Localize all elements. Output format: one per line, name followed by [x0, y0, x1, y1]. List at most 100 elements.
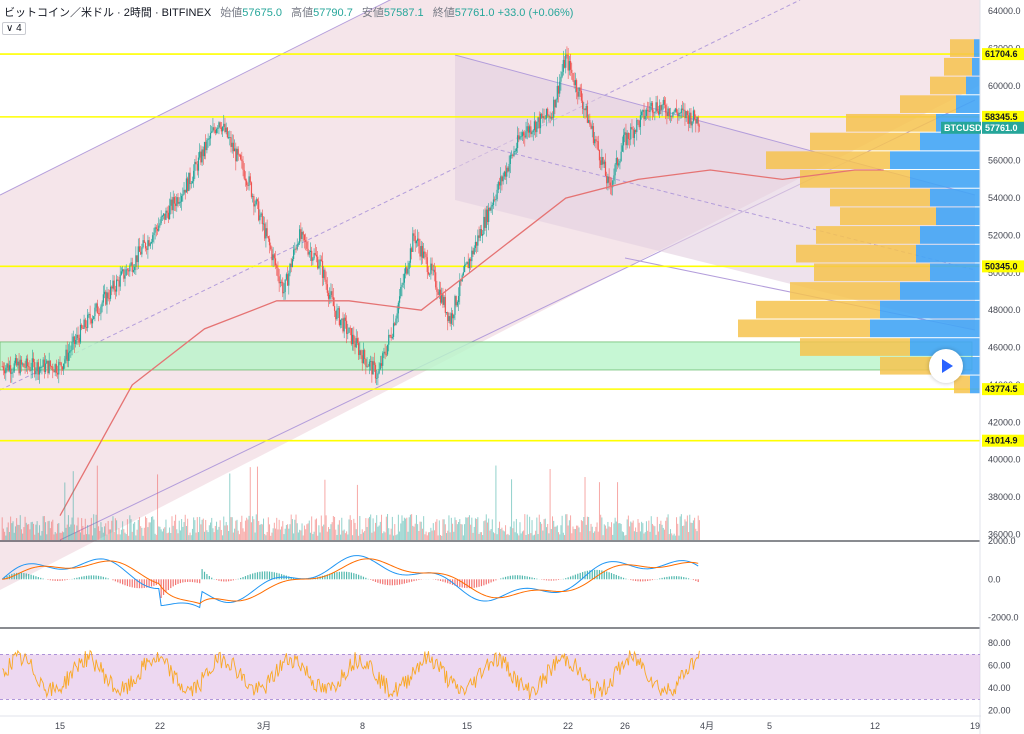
candle-body [274, 258, 277, 266]
volume-bar [414, 523, 416, 540]
volume-bar [354, 522, 356, 540]
volume-bar [148, 522, 150, 540]
candle-body [42, 359, 44, 367]
volume-bar [399, 531, 401, 540]
macd-bar [618, 575, 620, 580]
volume-bar [122, 521, 124, 540]
candle-body [321, 260, 324, 278]
volume-bar [219, 520, 221, 540]
volume-bar [437, 535, 439, 540]
play-button[interactable] [929, 349, 963, 383]
candle-body [5, 367, 7, 374]
macd-bar [331, 573, 333, 580]
volume-bar [633, 531, 635, 540]
volume-bar [190, 535, 192, 540]
volume-bar [325, 515, 327, 540]
volume-bar [224, 525, 226, 540]
volume-bar [427, 532, 429, 540]
volume-bar [249, 467, 251, 540]
volume-bar [287, 524, 289, 540]
volume-bar [57, 523, 59, 540]
volume-bar [76, 525, 78, 540]
volume-bar [7, 522, 9, 540]
candle-body [477, 235, 479, 246]
candle-body [660, 105, 662, 110]
volume-bar [63, 532, 65, 540]
candle-body [73, 336, 76, 344]
volume-bar [269, 524, 271, 540]
candle-body [551, 117, 554, 118]
volume-bar [199, 516, 201, 540]
candle-body [696, 116, 698, 124]
volume-bar [541, 523, 543, 540]
candle-body [60, 362, 62, 367]
volume-bar [211, 517, 213, 540]
macd-bar [35, 576, 37, 580]
volume-bar [591, 526, 593, 540]
volume-bar [261, 524, 263, 540]
volume-bar [512, 528, 514, 540]
volume-bar [153, 519, 155, 540]
volume-bar [41, 531, 43, 540]
candle-body [324, 269, 326, 280]
candle-body [108, 298, 110, 300]
volume-bar [421, 528, 423, 540]
volume-bar [655, 534, 657, 540]
volume-bar [560, 525, 562, 540]
candle-body [588, 120, 590, 123]
candle-body [160, 216, 162, 224]
volume-bar [359, 516, 361, 540]
candle-body [338, 308, 340, 326]
candle-body [545, 108, 548, 119]
candle-body [330, 291, 332, 295]
candle-body [150, 241, 153, 244]
volume-bar [317, 535, 319, 540]
volume-bar [342, 530, 344, 540]
volume-bar [500, 529, 502, 540]
candle-body [38, 367, 41, 375]
volume-bar [305, 529, 307, 540]
volume-bar [598, 482, 600, 540]
volume-bar [228, 531, 230, 540]
volume-bar [441, 535, 443, 540]
volume-bar [323, 524, 325, 540]
macd-bar [126, 579, 129, 587]
macd-bar [247, 575, 249, 580]
candle-body [115, 279, 118, 292]
volume-bar [222, 535, 224, 540]
trading-chart[interactable]: 36000.038000.040000.042000.044000.046000… [0, 0, 1024, 734]
volume-bar [204, 531, 205, 540]
candle-body [200, 151, 202, 163]
high-value: 57790.7 [313, 7, 353, 19]
candle-body [448, 316, 450, 322]
macd-bar [543, 579, 545, 581]
candle-body [235, 148, 237, 162]
volume-bar [34, 534, 36, 540]
candle-body [244, 178, 247, 181]
volume-bar [682, 525, 684, 540]
macd-bar [435, 579, 437, 580]
macd-bar [473, 579, 475, 588]
volume-bar [295, 514, 297, 540]
volume-bar [468, 515, 470, 540]
volume-bar [35, 524, 37, 540]
volume-bar [151, 516, 153, 540]
volume-profile-bar-down [830, 188, 930, 207]
candle-body [484, 216, 486, 228]
candle-body [490, 206, 492, 211]
volume-bar [429, 532, 431, 540]
macd-bar [415, 579, 418, 581]
candle-body [16, 358, 18, 366]
candle-body [196, 164, 198, 171]
volume-bar [267, 517, 269, 540]
volume-bar [679, 516, 681, 540]
volume-bar [626, 519, 628, 540]
candle-body [437, 291, 439, 295]
volume-bar [343, 529, 345, 540]
candle-body [191, 181, 194, 184]
indicator-toggle[interactable]: ∨ 4 [2, 22, 26, 35]
candle-body [283, 291, 285, 294]
open-label: 始値 [220, 7, 243, 19]
candle-body [91, 319, 94, 324]
close-value: 57761.0 [454, 7, 495, 19]
